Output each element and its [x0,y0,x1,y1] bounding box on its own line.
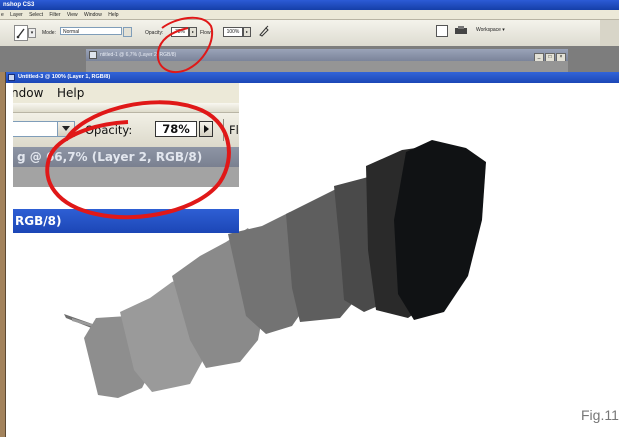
figure-caption: Fig.11 [581,407,619,423]
annotation-circle-small [156,16,214,73]
annotation-layer [45,16,231,220]
annotation-circle-large [45,100,231,220]
